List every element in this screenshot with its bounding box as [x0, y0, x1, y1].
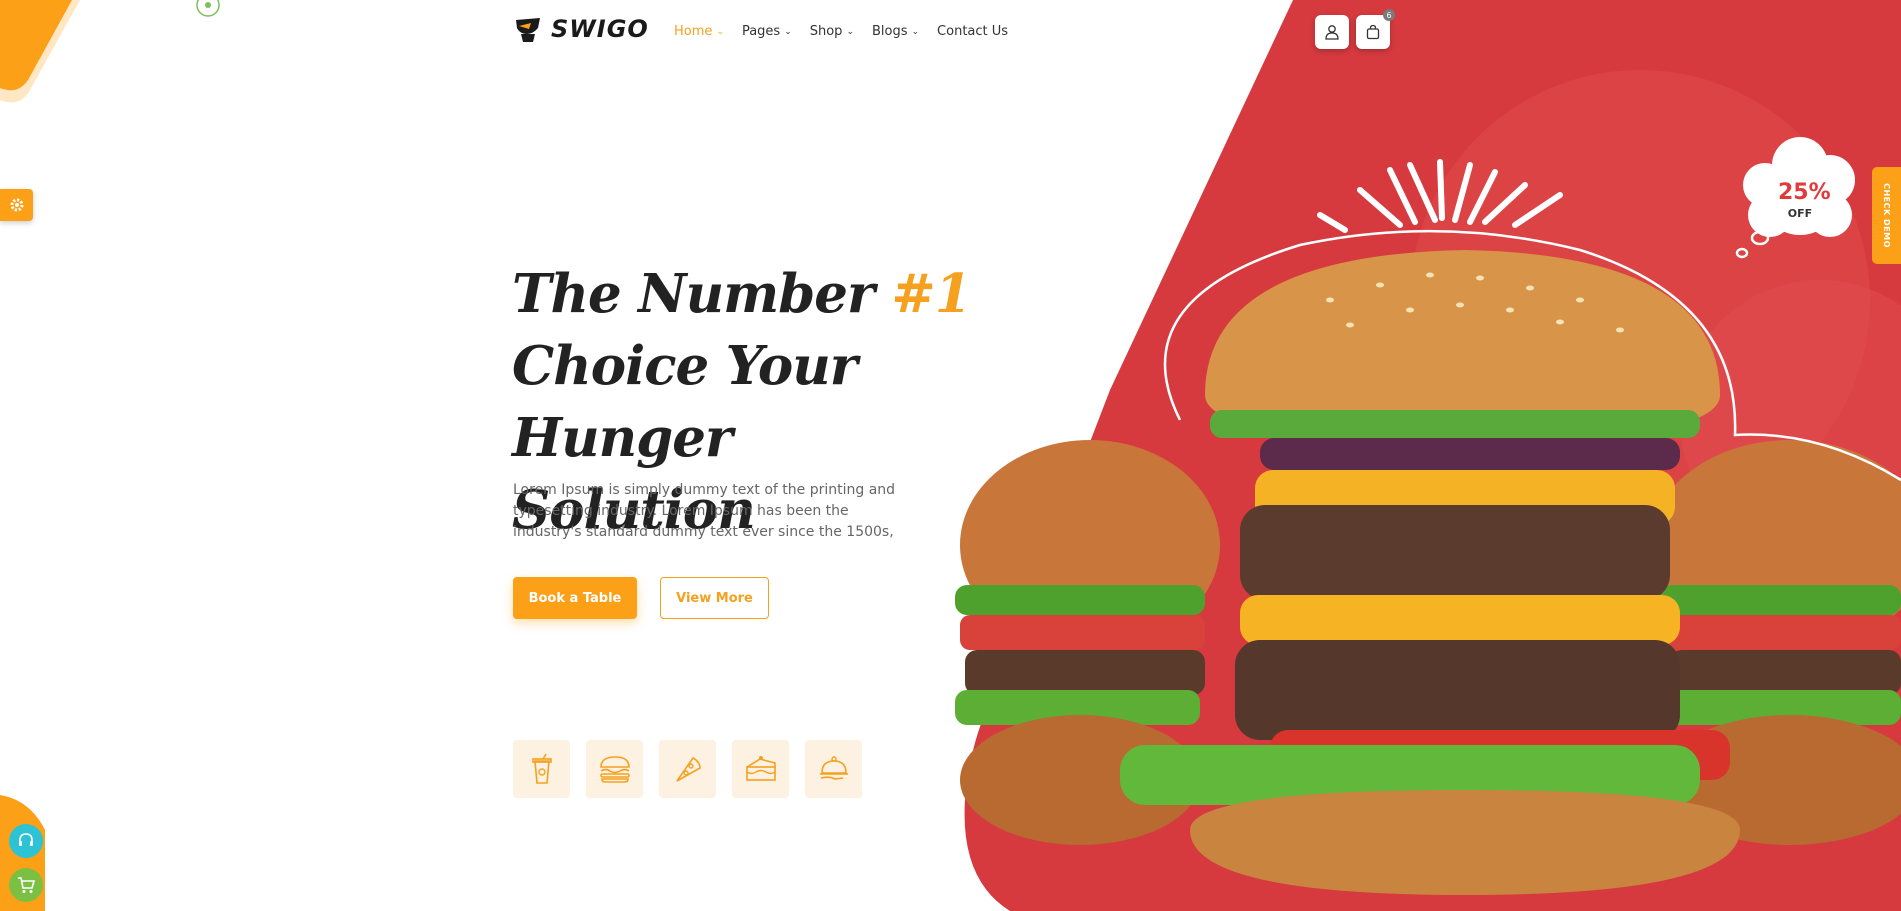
category-cake[interactable] [732, 740, 789, 798]
category-pizza[interactable] [659, 740, 716, 798]
category-list [513, 740, 862, 798]
hero-description: Lorem Ipsum is simply dummy text of the … [513, 482, 896, 540]
user-icon [1325, 25, 1339, 40]
book-table-button[interactable]: Book a Table [513, 577, 637, 619]
main-nav: Home ⌄ Pages ⌄ Shop ⌄ Blogs ⌄ Contact Us [674, 24, 1008, 39]
quick-cart-button[interactable] [9, 868, 43, 902]
check-demo-label: CHECK DEMO [1882, 183, 1892, 248]
nav-pages-label: Pages [741, 24, 781, 39]
chevron-down-icon: ⌄ [846, 26, 854, 37]
cake-icon [745, 756, 776, 781]
category-drink[interactable] [513, 740, 570, 798]
pizza-icon [675, 756, 701, 782]
brand-logo[interactable]: SWIGO [513, 14, 649, 44]
headline-line2: Choice Your Hunger [512, 335, 858, 469]
burger-icon [599, 756, 630, 783]
brand-name: SWIGO [551, 15, 649, 43]
drink-icon [531, 753, 552, 784]
offer-percent: 25% [1778, 180, 1831, 205]
chevron-down-icon: ⌄ [784, 26, 792, 37]
nav-item-home[interactable]: Home ⌄ [674, 24, 724, 39]
nav-shop-label: Shop [809, 24, 843, 39]
shopping-bag-icon [1366, 24, 1380, 40]
category-burger[interactable] [586, 740, 643, 798]
nav-item-pages[interactable]: Pages ⌄ [742, 24, 792, 39]
cart-icon [18, 877, 36, 893]
category-serving[interactable] [805, 740, 862, 798]
cart-count-badge: 6 [1383, 9, 1395, 21]
nav-item-contact[interactable]: Contact Us [937, 24, 1008, 39]
nav-blogs-label: Blogs [871, 24, 908, 39]
headset-icon [19, 833, 33, 846]
cart-button[interactable]: 6 [1356, 9, 1395, 49]
chevron-down-icon: ⌄ [716, 26, 724, 37]
headline-line1: The Number [512, 263, 892, 325]
nav-item-shop[interactable]: Shop ⌄ [810, 24, 854, 39]
account-button[interactable] [1315, 15, 1349, 49]
chef-hat-logo-icon [516, 18, 540, 42]
support-button[interactable] [9, 824, 43, 858]
nav-home-label: Home [674, 24, 713, 39]
nav-item-blogs[interactable]: Blogs ⌄ [872, 24, 919, 39]
gear-icon [10, 198, 23, 212]
settings-toggle[interactable] [0, 189, 33, 221]
chevron-down-icon: ⌄ [911, 26, 920, 37]
serving-dish-icon [819, 756, 848, 780]
headline-accent: #1 [891, 263, 971, 325]
check-demo-tab[interactable]: CHECK DEMO [1872, 167, 1901, 264]
nav-contact-label: Contact Us [937, 24, 1009, 39]
view-more-button[interactable]: View More [660, 577, 769, 619]
offer-label: OFF [1787, 207, 1813, 220]
